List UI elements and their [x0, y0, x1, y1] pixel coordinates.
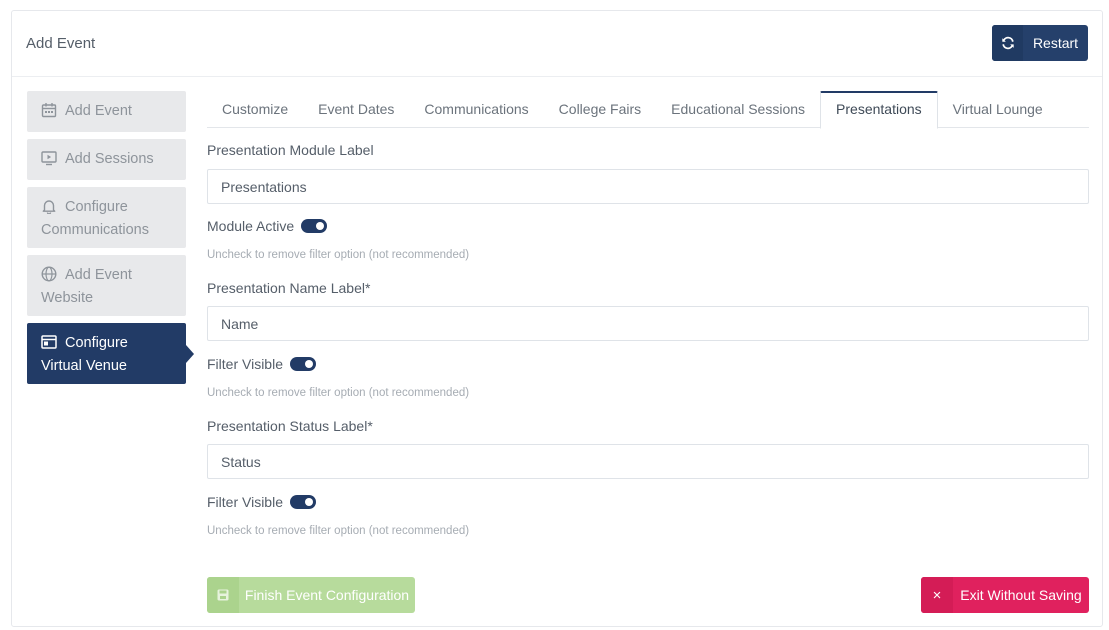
sidebar-item-label: Add Event: [65, 103, 132, 119]
name-filter-label: Filter Visible: [207, 356, 283, 372]
status-label-label: Presentation Status Label*: [207, 418, 373, 434]
sidebar-item-label-line1: Configure: [65, 335, 128, 351]
sidebar-item-add-event[interactable]: Add Event: [27, 91, 186, 132]
refresh-icon: [992, 25, 1023, 61]
name-filter-row: Filter Visible: [207, 356, 316, 372]
finish-label: Finish Event Configuration: [244, 587, 410, 603]
status-filter-label: Filter Visible: [207, 494, 283, 510]
sidebar-item-configure-communications[interactable]: Configure Communications: [27, 187, 186, 248]
name-label-input[interactable]: [207, 306, 1089, 341]
module-active-help: Uncheck to remove filter option (not rec…: [207, 249, 470, 261]
tab-college-fairs[interactable]: College Fairs: [544, 91, 656, 128]
status-filter-row: Filter Visible: [207, 494, 316, 510]
sidebar-item-label-line2: Website: [41, 290, 94, 306]
name-label-label: Presentation Name Label*: [207, 280, 371, 296]
video-screen-icon: [41, 150, 59, 166]
exit-without-saving-button[interactable]: × Exit Without Saving: [921, 577, 1089, 613]
card-header: Add Event Restart: [12, 11, 1102, 77]
status-filter-toggle[interactable]: [290, 495, 316, 509]
page-title: Add Event: [26, 35, 96, 52]
sidebar-item-add-sessions[interactable]: Add Sessions: [27, 139, 186, 180]
tab-event-dates[interactable]: Event Dates: [303, 91, 409, 128]
tab-educational-sessions[interactable]: Educational Sessions: [656, 91, 820, 128]
module-active-label: Module Active: [207, 218, 295, 234]
status-label-input[interactable]: [207, 444, 1089, 479]
save-icon: [207, 577, 239, 613]
sidebar-item-label-line2: Communications: [41, 222, 149, 238]
sidebar-item-add-event-website[interactable]: Add Event Website: [27, 255, 186, 316]
finish-event-configuration-button[interactable]: Finish Event Configuration: [207, 577, 415, 613]
module-label-input[interactable]: [207, 169, 1089, 204]
restart-button[interactable]: Restart: [992, 25, 1088, 61]
window-icon: [41, 334, 59, 350]
sidebar-item-label-line1: Add Event: [65, 267, 132, 283]
calendar-icon: [41, 102, 59, 118]
venue-tabs: Customize Event Dates Communications Col…: [207, 91, 1089, 129]
tab-communications[interactable]: Communications: [409, 91, 543, 128]
globe-icon: [41, 266, 59, 282]
bell-icon: [41, 198, 59, 215]
sidebar-item-label: Add Sessions: [65, 151, 154, 167]
module-active-row: Module Active: [207, 218, 328, 234]
name-filter-toggle[interactable]: [290, 357, 316, 371]
module-label-label: Presentation Module Label: [207, 142, 374, 158]
tab-virtual-lounge[interactable]: Virtual Lounge: [938, 91, 1058, 128]
add-event-card: Add Event Restart Add Event Add Sessions…: [11, 10, 1103, 627]
exit-label: Exit Without Saving: [960, 587, 1082, 603]
sidebar-item-label-line2: Virtual Venue: [41, 358, 127, 374]
sidebar-item-configure-virtual-venue[interactable]: Configure Virtual Venue: [27, 323, 194, 384]
close-icon: ×: [921, 577, 953, 613]
sidebar-item-label-line1: Configure: [65, 199, 128, 215]
restart-label: Restart: [1032, 35, 1079, 51]
tab-customize[interactable]: Customize: [207, 91, 303, 128]
tab-presentations[interactable]: Presentations: [820, 91, 938, 129]
module-active-toggle[interactable]: [301, 219, 328, 233]
status-filter-help: Uncheck to remove filter option (not rec…: [207, 525, 470, 537]
name-filter-help: Uncheck to remove filter option (not rec…: [207, 387, 470, 399]
